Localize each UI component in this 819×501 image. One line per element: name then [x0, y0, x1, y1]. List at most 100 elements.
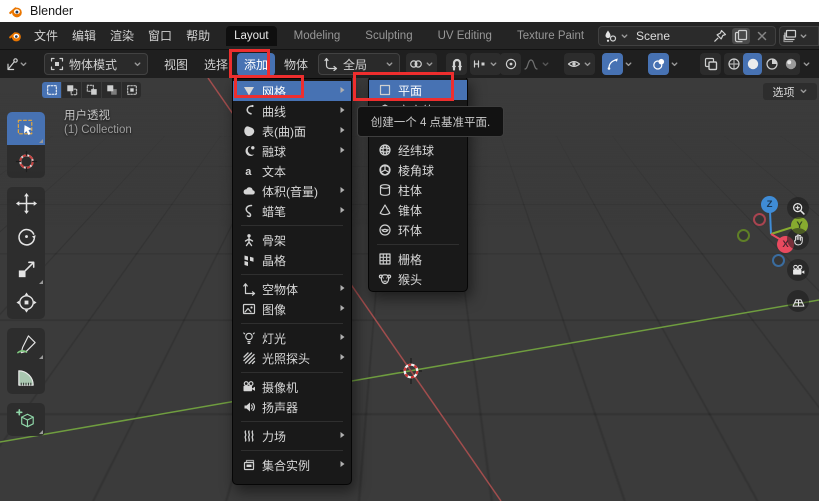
- gizmo-neg-z-axis[interactable]: [772, 254, 785, 267]
- menu-item-5[interactable]: 体积(音量): [233, 181, 351, 201]
- zoom-button[interactable]: [787, 197, 809, 219]
- gizmo-neg-y-axis[interactable]: [737, 229, 750, 242]
- menu-item-18[interactable]: 扬声器: [233, 397, 351, 417]
- chevron-down-icon[interactable]: [624, 60, 633, 69]
- tab-sculpting[interactable]: Sculpting: [357, 26, 420, 46]
- menu-item-4[interactable]: a文本: [233, 161, 351, 181]
- scene-name[interactable]: Scene: [632, 29, 708, 43]
- unlink-scene-button[interactable]: [753, 28, 771, 44]
- show-overlays-toggle[interactable]: [648, 53, 669, 75]
- snap-increment-icon: [473, 57, 487, 71]
- menu-item-6[interactable]: 蜡笔: [233, 201, 351, 221]
- viewport-menu-2[interactable]: 添加: [237, 53, 275, 76]
- menubar-item-1[interactable]: 编辑: [66, 23, 102, 48]
- blender-menu-icon[interactable]: [8, 29, 22, 43]
- gizmo-neg-x-axis[interactable]: [753, 213, 766, 226]
- new-scene-button[interactable]: [732, 28, 750, 44]
- show-gizmo-toggle[interactable]: [602, 53, 623, 75]
- shading-solid-button[interactable]: [743, 53, 762, 75]
- menubar-item-3[interactable]: 窗口: [142, 23, 178, 48]
- view-layer-selector[interactable]: [779, 26, 819, 46]
- menu-item-3[interactable]: 融球: [233, 141, 351, 161]
- chevron-down-icon[interactable]: [799, 32, 808, 41]
- tool-rotate-button[interactable]: [7, 220, 45, 253]
- persp-grid-button[interactable]: [787, 290, 809, 312]
- select-intersect-button[interactable]: [122, 82, 141, 98]
- prop-falloff-icon[interactable]: [524, 57, 538, 71]
- menu-item-5[interactable]: 柱体: [369, 180, 467, 200]
- tab-uv-editing[interactable]: UV Editing: [430, 26, 500, 46]
- menu-item-12[interactable]: 图像: [233, 299, 351, 319]
- chevron-down-icon[interactable]: [620, 32, 629, 41]
- tool-cursor-button[interactable]: [7, 145, 45, 178]
- shading-material-button[interactable]: [762, 53, 781, 75]
- tool-addcube-icon: [15, 408, 38, 431]
- proportional-edit-toggle[interactable]: [500, 53, 521, 75]
- select-extend-button[interactable]: [62, 82, 81, 98]
- gizmo-z-axis[interactable]: Z: [761, 196, 778, 213]
- select-invert-button[interactable]: [102, 82, 121, 98]
- options-button[interactable]: 选项: [763, 83, 817, 100]
- shading-options-dropdown[interactable]: [802, 53, 811, 75]
- tool-measure-button[interactable]: [7, 361, 45, 394]
- menu-item-20[interactable]: 力场: [233, 426, 351, 446]
- menu-item-7[interactable]: 环体: [369, 220, 467, 240]
- shading-rendered-button[interactable]: [781, 53, 800, 75]
- editor-type-button[interactable]: [5, 53, 28, 75]
- tool-move-button[interactable]: [7, 187, 45, 220]
- select-subtract-button[interactable]: [82, 82, 101, 98]
- tool-addcube-button[interactable]: [7, 403, 45, 436]
- menu-item-3[interactable]: 经纬球: [369, 140, 467, 160]
- menu-item-10[interactable]: 猴头: [369, 269, 467, 289]
- pivot-point-selector[interactable]: [406, 53, 437, 75]
- viewport-menu-1[interactable]: 选择: [197, 53, 235, 76]
- cursor-3d: [398, 356, 424, 386]
- menu-item-4[interactable]: 棱角球: [369, 160, 467, 180]
- menu-item-14[interactable]: 灯光: [233, 328, 351, 348]
- scene-selector[interactable]: Scene: [598, 26, 776, 46]
- camera-view-button[interactable]: [787, 259, 809, 281]
- menu-item-1[interactable]: 曲线: [233, 101, 351, 121]
- snap-target-selector[interactable]: [470, 53, 501, 75]
- viewport-3d[interactable]: 用户透视 (1) Collection 选项 Z Y X 网格曲线表(曲)面融球…: [0, 78, 819, 501]
- menu-item-17[interactable]: 摄像机: [233, 377, 351, 397]
- xray-toggle[interactable]: [700, 53, 721, 75]
- menu-item-9[interactable]: 晶格: [233, 250, 351, 270]
- orientation-selector[interactable]: 全局: [318, 53, 400, 75]
- snap-toggle[interactable]: [446, 53, 467, 75]
- tab-layout[interactable]: Layout: [226, 26, 277, 46]
- menubar-item-2[interactable]: 渲染: [104, 23, 140, 48]
- menu-item-label: 扬声器: [262, 399, 331, 416]
- menubar-item-0[interactable]: 文件: [28, 23, 64, 48]
- viewport-menu-3[interactable]: 物体: [277, 53, 315, 76]
- pan-hand-button[interactable]: [787, 228, 809, 250]
- menu-item-6[interactable]: 锥体: [369, 200, 467, 220]
- menu-item-22[interactable]: 集合实例: [233, 455, 351, 475]
- tool-measure-icon: [15, 366, 38, 389]
- visibility-selector[interactable]: [564, 53, 595, 75]
- viewport-menu-0[interactable]: 视图: [157, 53, 195, 76]
- tool-annotate-icon: [15, 333, 38, 356]
- tool-select-button[interactable]: [7, 112, 45, 145]
- tool-transform-button[interactable]: [7, 286, 45, 319]
- menu-item-9[interactable]: 栅格: [369, 249, 467, 269]
- shading-wireframe-button[interactable]: [724, 53, 743, 75]
- select-new-button[interactable]: [42, 82, 61, 98]
- mode-selector[interactable]: 物体模式: [44, 53, 148, 75]
- menu-item-15[interactable]: 光照探头: [233, 348, 351, 368]
- menubar-item-4[interactable]: 帮助: [180, 23, 216, 48]
- tool-annotate-button[interactable]: [7, 328, 45, 361]
- menu-item-8[interactable]: 骨架: [233, 230, 351, 250]
- tab-texture-paint[interactable]: Texture Paint: [509, 26, 592, 46]
- pin-icon[interactable]: [711, 28, 729, 44]
- menu-item-0[interactable]: 网格: [233, 81, 351, 101]
- chevron-down-icon[interactable]: [670, 60, 679, 69]
- options-label: 选项: [773, 84, 795, 100]
- chevron-down-icon: [583, 60, 592, 69]
- tab-modeling[interactable]: Modeling: [286, 26, 349, 46]
- menu-item-0[interactable]: 平面: [369, 80, 467, 100]
- menu-item-label: 光照探头: [262, 350, 331, 367]
- menu-item-2[interactable]: 表(曲)面: [233, 121, 351, 141]
- tool-scale-button[interactable]: [7, 253, 45, 286]
- menu-item-11[interactable]: 空物体: [233, 279, 351, 299]
